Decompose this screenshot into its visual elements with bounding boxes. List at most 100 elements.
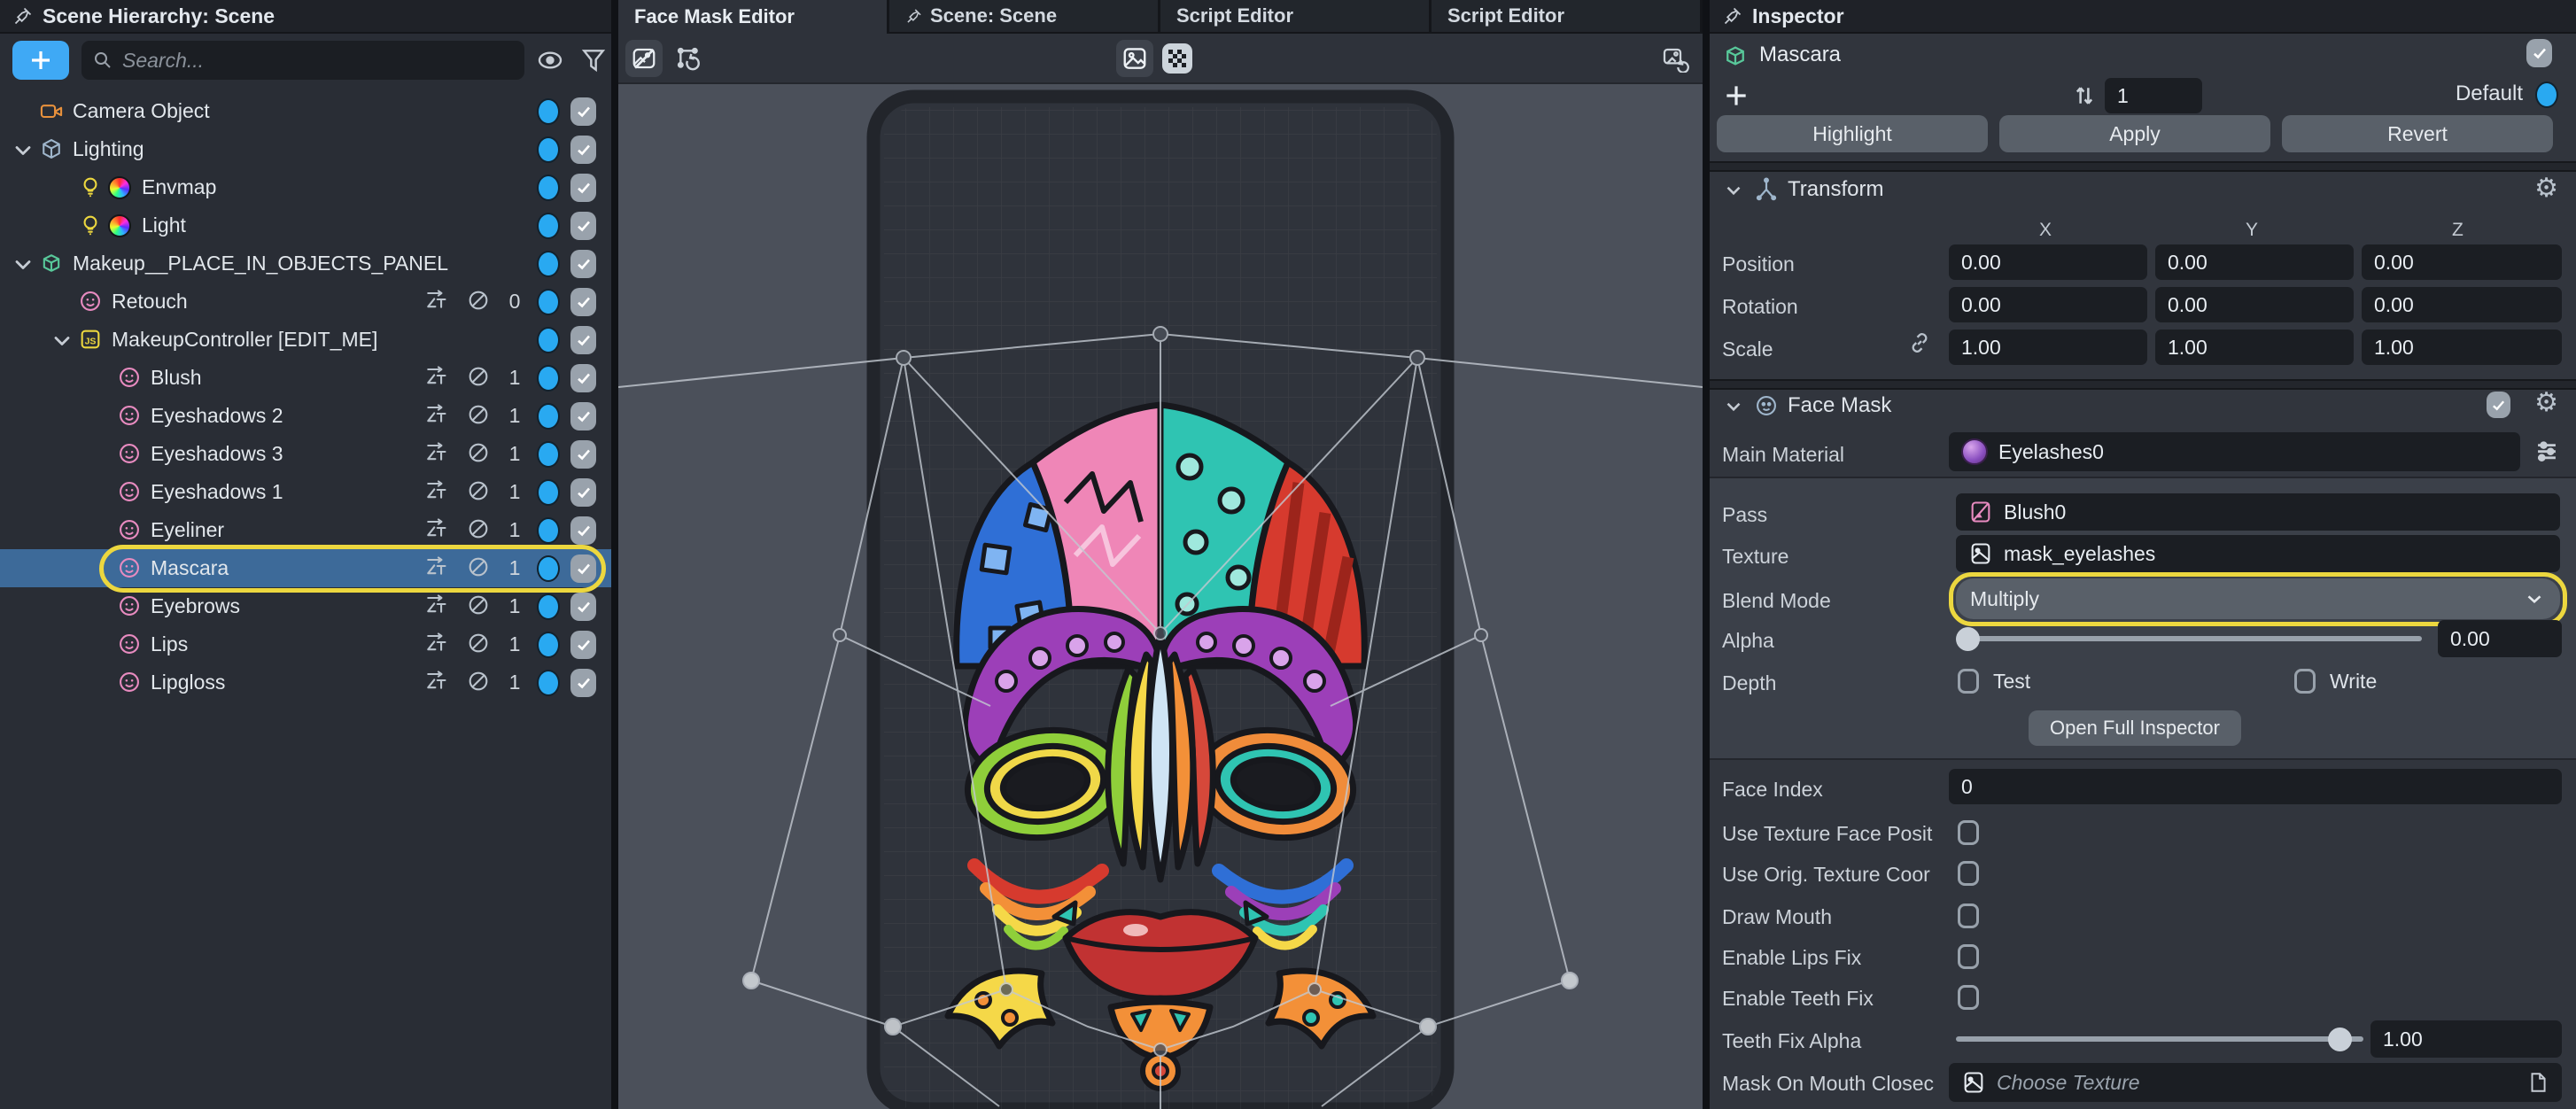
visible-checkbox[interactable] [570,631,596,659]
face-mask-canvas[interactable] [618,86,1703,1109]
add-object-button[interactable] [12,41,69,80]
visible-checkbox[interactable] [570,554,596,583]
tree-item-eyeshadows-1[interactable]: Eyeshadows 1 1 [0,473,611,511]
expander-chevron-icon[interactable] [50,329,73,352]
alpha-slider-knob[interactable] [1956,627,1980,651]
expander-chevron-icon[interactable] [11,252,34,275]
depth-test-checkbox[interactable] [1958,669,1979,694]
live-toggle-dot[interactable] [537,479,560,506]
alpha-value-field[interactable]: 0.00 [2438,620,2562,657]
material-mixer-icon[interactable] [2532,436,2562,466]
tree-item-eyeshadows-3[interactable]: Eyeshadows 3 1 [0,435,611,473]
tree-item-lipgloss[interactable]: Lipgloss 1 [0,663,611,702]
no-occlusion-icon[interactable] [466,402,494,430]
position-y-field[interactable]: 0.00 [2155,244,2354,280]
render-order-icon[interactable] [423,287,454,317]
tree-item-eyeliner[interactable]: Eyeliner 1 [0,511,611,549]
no-occlusion-icon[interactable] [466,554,494,583]
visible-checkbox[interactable] [570,288,596,316]
gear-icon[interactable]: ⚙ [2534,390,2558,416]
visible-checkbox[interactable] [570,174,596,202]
reset-mask-transform-button[interactable] [670,40,707,77]
pass-field[interactable]: Blush0 [1956,493,2560,531]
no-occlusion-icon[interactable] [466,440,494,469]
live-toggle-dot[interactable] [537,136,560,163]
face-mask-enabled-checkbox[interactable] [2487,392,2510,418]
hide-texture-button[interactable] [625,40,663,77]
highlight-button[interactable]: Highlight [1717,115,1988,152]
visible-checkbox[interactable] [570,593,596,621]
position-x-field[interactable]: 0.00 [1949,244,2147,280]
live-toggle-dot[interactable] [537,213,560,239]
visible-checkbox[interactable] [570,326,596,354]
instance-count-field[interactable]: 1 [2105,78,2202,113]
tree-item-light[interactable]: Light [0,206,611,244]
tab-script-editor[interactable]: Script Editor [1432,0,1703,34]
visibility-eye-icon[interactable] [535,46,565,74]
tree-item-camera-object[interactable]: Camera Object [0,92,611,130]
tree-item-blush[interactable]: Blush 1 [0,359,611,397]
toggle-checkbox-use-texture-face-posit[interactable] [1958,820,1979,845]
tab-script-editor[interactable]: Script Editor [1160,0,1432,34]
scale-z-field[interactable]: 1.00 [2362,330,2562,365]
tree-item-envmap[interactable]: Envmap [0,168,611,206]
tree-item-lips[interactable]: Lips 1 [0,625,611,663]
filter-icon[interactable] [579,46,608,74]
visible-checkbox[interactable] [570,97,596,126]
live-toggle-dot[interactable] [537,327,560,353]
visible-checkbox[interactable] [570,669,596,697]
link-scale-icon[interactable] [1906,330,1933,356]
mask-on-mouth-closed-field[interactable]: Choose Texture [1949,1063,2562,1102]
alpha-slider-track[interactable] [1959,636,2422,641]
toggle-checkbox-use-orig-texture-coor[interactable] [1958,861,1979,886]
render-order-icon[interactable] [423,630,454,660]
blend-mode-dropdown[interactable]: Multiply [1956,578,2560,619]
live-toggle-dot[interactable] [537,403,560,430]
tree-item-lighting[interactable]: Lighting [0,130,611,168]
chevron-down-icon[interactable] [1722,179,1745,202]
face-index-field[interactable]: 0 [1949,769,2562,804]
live-toggle-dot[interactable] [537,441,560,468]
live-toggle-dot[interactable] [537,517,560,544]
panel-divider[interactable] [1703,0,1710,1109]
tree-item-eyebrows[interactable]: Eyebrows 1 [0,587,611,625]
visible-checkbox[interactable] [570,478,596,507]
transparency-checker-button[interactable] [1162,43,1192,74]
visible-checkbox[interactable] [570,212,596,240]
no-occlusion-icon[interactable] [466,593,494,621]
live-toggle-dot[interactable] [537,289,560,315]
gear-icon[interactable]: ⚙ [2534,175,2558,202]
render-order-icon[interactable] [423,363,454,393]
add-component-button[interactable] [1722,81,1750,110]
visible-checkbox[interactable] [570,364,596,392]
depth-write-checkbox[interactable] [2294,669,2316,694]
render-order-icon[interactable] [423,401,454,431]
texture-field[interactable]: mask_eyelashes [1956,535,2560,572]
search-input[interactable] [122,48,514,73]
search-input-wrap[interactable] [81,41,524,80]
no-occlusion-icon[interactable] [466,516,494,545]
tree-item-retouch[interactable]: Retouch 0 [0,283,611,321]
position-z-field[interactable]: 0.00 [2362,244,2562,280]
tab-face-mask-editor[interactable]: Face Mask Editor [618,0,889,34]
render-order-icon[interactable] [423,592,454,622]
default-blue-dot[interactable] [2535,81,2558,108]
live-toggle-dot[interactable] [537,670,560,696]
replace-texture-button[interactable] [1657,40,1694,77]
live-toggle-dot[interactable] [537,174,560,201]
show-image-button[interactable] [1116,40,1153,77]
no-occlusion-icon[interactable] [466,288,494,316]
expander-chevron-icon[interactable] [11,138,34,161]
live-toggle-dot[interactable] [537,555,560,582]
scale-y-field[interactable]: 1.00 [2155,330,2354,365]
no-occlusion-icon[interactable] [466,669,494,697]
no-occlusion-icon[interactable] [466,631,494,659]
render-order-icon[interactable] [423,668,454,698]
tree-item-makeupcontroller-edit-me-[interactable]: JS MakeupController [EDIT_ME] [0,321,611,359]
toggle-checkbox-draw-mouth[interactable] [1958,903,1979,928]
visible-checkbox[interactable] [570,402,596,430]
panel-divider[interactable] [611,0,618,1109]
render-order-icon[interactable] [423,554,454,584]
visible-checkbox[interactable] [570,250,596,278]
chevron-down-icon[interactable] [1722,395,1745,418]
